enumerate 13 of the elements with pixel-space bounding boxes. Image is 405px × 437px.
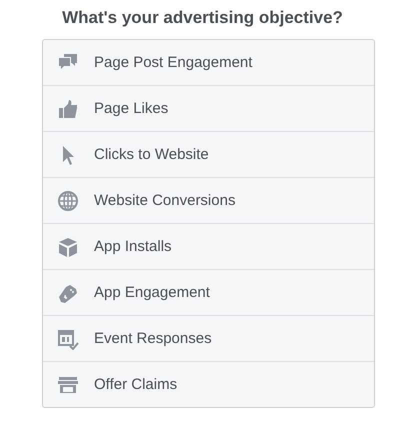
thumbs-up-icon (57, 98, 79, 120)
objective-option[interactable]: Website Conversions (43, 177, 374, 223)
objective-option[interactable]: Offer Claims (43, 361, 374, 407)
objective-option[interactable]: Clicks to Website (43, 131, 374, 177)
objective-option[interactable]: App Engagement (43, 269, 374, 315)
objective-option[interactable]: Event Responses (43, 315, 374, 361)
objective-option[interactable]: Page Likes (43, 85, 374, 131)
heading: What's your advertising objective? (61, 8, 344, 28)
calendar-icon (57, 328, 79, 350)
box-icon (57, 236, 79, 258)
objective-option[interactable]: App Installs (43, 223, 374, 269)
objective-option[interactable]: Page Post Engagement (43, 40, 374, 85)
globe-icon (57, 190, 79, 212)
